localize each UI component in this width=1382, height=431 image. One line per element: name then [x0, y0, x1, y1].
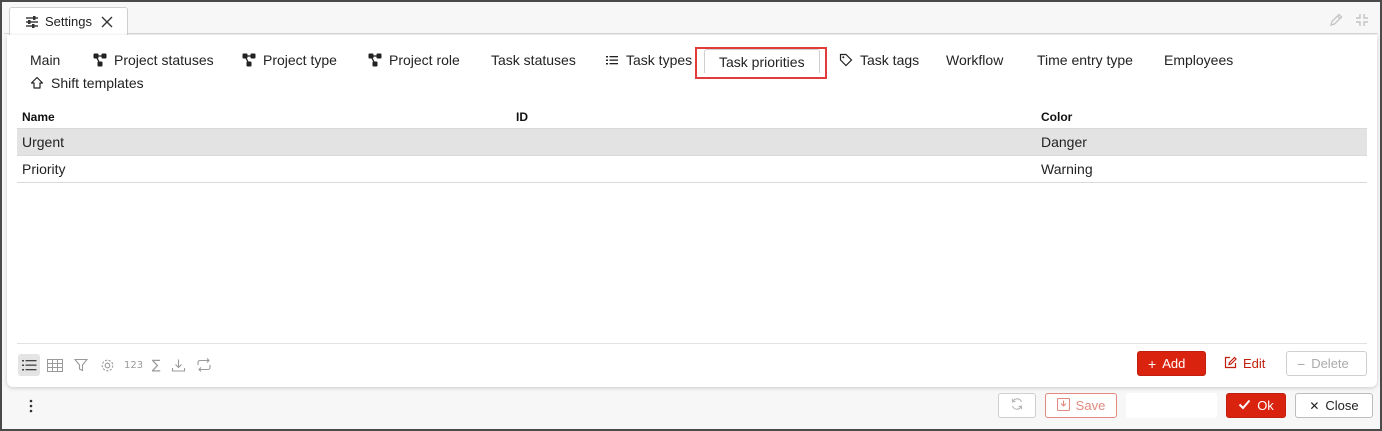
- sync-icon[interactable]: [193, 354, 215, 376]
- tab-label: Employees: [1164, 52, 1234, 68]
- column-header-id[interactable]: ID: [511, 110, 1036, 124]
- tab-time-entry-type[interactable]: Time entry type: [1037, 49, 1133, 71]
- delete-label: Delete: [1311, 356, 1349, 371]
- add-button[interactable]: + Add: [1137, 351, 1206, 376]
- save-button[interactable]: Save: [1045, 393, 1117, 418]
- hierarchy-icon: [368, 53, 382, 67]
- tab-task-types[interactable]: Task types: [605, 49, 692, 71]
- cell-name: Urgent: [22, 134, 65, 150]
- settings-window: Settings Main Project statuses Project t…: [0, 0, 1382, 431]
- tab-label: Task statuses: [491, 52, 576, 68]
- table-header: Name ID Color: [17, 105, 1367, 129]
- tab-label: Workflow: [946, 52, 1004, 68]
- numeric-format-icon[interactable]: 123: [122, 354, 145, 376]
- list-icon: [605, 53, 619, 67]
- grid-toolbar: 123 ∑ + Add Edit − Delete: [17, 343, 1367, 377]
- tab-project-role[interactable]: Project role: [368, 49, 460, 71]
- delete-button[interactable]: − Delete: [1286, 351, 1367, 376]
- settings-tab-bar: Main Project statuses Project type Proje…: [7, 45, 1377, 100]
- filter-icon[interactable]: [70, 354, 92, 376]
- window-tab-title: Settings: [45, 14, 92, 29]
- tab-project-type[interactable]: Project type: [242, 49, 337, 71]
- sliders-icon: [25, 15, 39, 29]
- ok-label: Ok: [1257, 398, 1274, 413]
- close-label: Close: [1325, 398, 1359, 413]
- column-header-name[interactable]: Name: [17, 110, 511, 124]
- footer-actions: Save Ok ✕ Close: [998, 393, 1373, 418]
- close-icon[interactable]: [100, 15, 114, 29]
- column-header-color[interactable]: Color: [1036, 110, 1367, 124]
- tab-label: Project type: [263, 52, 337, 68]
- tab-label: Task tags: [860, 52, 920, 68]
- window-tab-settings[interactable]: Settings: [9, 7, 128, 35]
- grid-view-icon[interactable]: [44, 354, 66, 376]
- empty-button-slot: [1126, 393, 1217, 418]
- tab-label: Time entry type: [1037, 52, 1133, 68]
- tab-task-tags[interactable]: Task tags: [839, 49, 919, 71]
- tag-icon: [839, 53, 853, 67]
- check-icon: [1238, 398, 1251, 413]
- tab-label: Shift templates: [51, 75, 144, 91]
- tab-label: Main: [30, 52, 61, 68]
- tab-task-priorities[interactable]: Task priorities: [704, 49, 820, 73]
- cell-name: Priority: [22, 161, 66, 177]
- tab-employees[interactable]: Employees: [1164, 49, 1233, 71]
- collapse-icon[interactable]: [1354, 12, 1370, 28]
- ok-button[interactable]: Ok: [1226, 393, 1286, 418]
- save-label: Save: [1075, 398, 1106, 413]
- tab-task-statuses[interactable]: Task statuses: [491, 49, 576, 71]
- priorities-table: Name ID Color Urgent Danger Priority War…: [17, 105, 1367, 183]
- download-icon[interactable]: [167, 354, 189, 376]
- add-label: Add: [1162, 356, 1186, 371]
- tab-workflow[interactable]: Workflow: [946, 49, 1003, 71]
- tab-shift-templates[interactable]: Shift templates: [30, 72, 144, 94]
- window-tab-strip: Settings: [4, 4, 1378, 35]
- cell-color: Danger: [1041, 134, 1087, 150]
- edit-label: Edit: [1243, 356, 1266, 371]
- grid-actions: + Add Edit − Delete: [1137, 351, 1367, 376]
- tab-project-statuses[interactable]: Project statuses: [93, 49, 214, 71]
- gear-icon[interactable]: [96, 354, 118, 376]
- shape-icon: [30, 76, 44, 90]
- tab-main[interactable]: Main: [30, 49, 60, 71]
- refresh-icon: [1010, 397, 1024, 414]
- settings-panel: Main Project statuses Project type Proje…: [7, 35, 1377, 387]
- hierarchy-icon: [242, 53, 256, 67]
- more-options-icon[interactable]: [28, 399, 34, 416]
- plus-icon: +: [1148, 355, 1157, 372]
- tab-label: Task priorities: [719, 53, 805, 70]
- pencil-icon[interactable]: [1328, 12, 1344, 28]
- tab-label: Task types: [626, 52, 693, 68]
- save-icon: [1056, 397, 1070, 414]
- sum-label: ∑: [151, 357, 161, 373]
- close-button[interactable]: ✕ Close: [1295, 393, 1373, 418]
- tab-label: Project role: [389, 52, 460, 68]
- edit-icon: [1224, 356, 1237, 372]
- minus-icon: −: [1297, 355, 1306, 372]
- view-tools: 123 ∑: [18, 354, 215, 376]
- table-row[interactable]: Urgent Danger: [17, 129, 1367, 156]
- tab-label: Project statuses: [114, 52, 214, 68]
- numeric-label: 123: [124, 359, 144, 371]
- refresh-button[interactable]: [998, 393, 1036, 418]
- hierarchy-icon: [93, 53, 107, 67]
- sum-icon[interactable]: ∑: [149, 354, 163, 376]
- close-icon: ✕: [1309, 398, 1320, 413]
- window-tools: [1328, 12, 1370, 28]
- table-row[interactable]: Priority Warning: [17, 156, 1367, 183]
- list-view-icon[interactable]: [18, 354, 40, 376]
- cell-color: Warning: [1041, 161, 1093, 177]
- edit-button[interactable]: Edit: [1215, 351, 1277, 376]
- dialog-footer: Save Ok ✕ Close: [4, 387, 1378, 427]
